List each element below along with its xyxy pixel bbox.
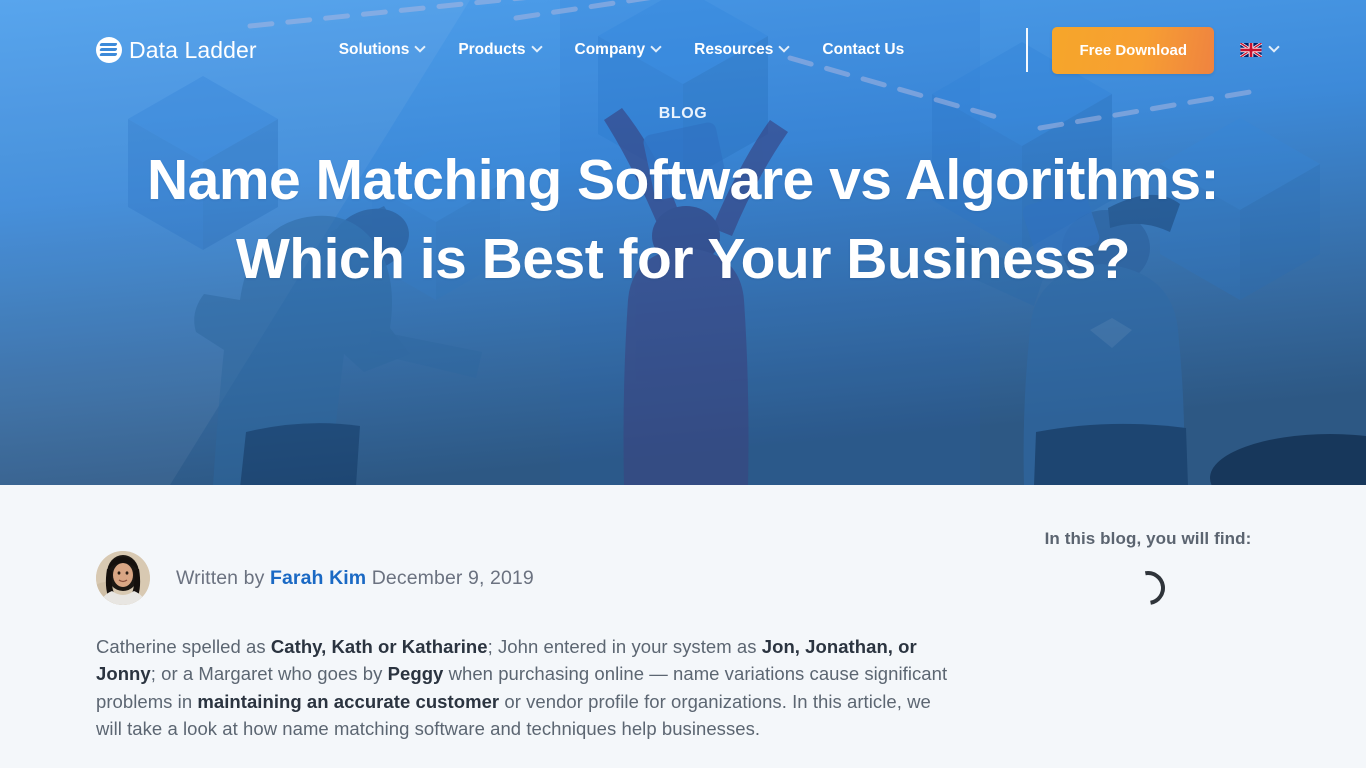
paragraph-segment: Catherine spelled as xyxy=(96,636,271,657)
byline-text: Written by Farah Kim December 9, 2019 xyxy=(176,567,534,590)
byline-prefix: Written by xyxy=(176,566,265,589)
nav-item-resources[interactable]: Resources xyxy=(694,41,791,59)
chevron-down-icon xyxy=(414,41,426,53)
nav-item-label: Company xyxy=(574,41,646,58)
free-download-button[interactable]: Free Download xyxy=(1052,26,1214,74)
byline: Written by Farah Kim December 9, 2019 xyxy=(96,551,966,605)
chevron-down-icon xyxy=(650,41,662,53)
hero-text-block: BLOG Name Matching Software vs Algorithm… xyxy=(0,105,1366,299)
data-ladder-logo-icon xyxy=(96,37,122,63)
hero-section: Data Ladder Solutions Products Company R… xyxy=(0,0,1366,485)
paragraph-bold: Peggy xyxy=(387,663,444,685)
uk-flag-icon xyxy=(1240,43,1262,57)
author-name[interactable]: Farah Kim xyxy=(270,567,366,589)
article-column: Written by Farah Kim December 9, 2019 Ca… xyxy=(96,485,966,742)
nav-links: Solutions Products Company Resources Con… xyxy=(339,41,905,59)
page-body: Written by Farah Kim December 9, 2019 Ca… xyxy=(0,485,1366,743)
spinner-wrapper xyxy=(1026,564,1270,612)
language-selector[interactable] xyxy=(1240,41,1280,57)
nav-item-solutions[interactable]: Solutions xyxy=(338,41,426,59)
nav-item-label: Products xyxy=(458,41,526,58)
nav-divider xyxy=(1026,28,1029,72)
nav-item-company[interactable]: Company xyxy=(574,41,662,59)
avatar xyxy=(96,551,150,605)
brand-name: Data Ladder xyxy=(129,36,257,63)
nav-item-products[interactable]: Products xyxy=(458,41,543,59)
chevron-down-icon xyxy=(530,41,543,53)
table-of-contents-sidebar: In this blog, you will find: xyxy=(1026,485,1270,742)
paragraph-segment: ; or a Margaret who goes by xyxy=(150,663,388,685)
author-avatar-image xyxy=(96,551,150,605)
nav-item-label: Solutions xyxy=(338,41,410,58)
paragraph-segment: ; John entered in your system as xyxy=(487,636,762,657)
loading-spinner-icon xyxy=(1124,564,1172,612)
nav-item-label: Resources xyxy=(694,41,774,58)
brand-logo[interactable]: Data Ladder xyxy=(96,37,257,64)
page-title: Name Matching Software vs Algorithms: Wh… xyxy=(146,148,1220,291)
sidebar-title: In this blog, you will find: xyxy=(1044,529,1252,548)
nav-item-contact-us[interactable]: Contact Us xyxy=(822,41,904,59)
nav-item-label: Contact Us xyxy=(822,41,905,58)
chevron-down-icon xyxy=(778,41,791,53)
article-paragraph: Catherine spelled as Cathy, Kath or Kath… xyxy=(96,633,958,742)
publish-date: December 9, 2019 xyxy=(371,566,534,589)
chevron-down-icon xyxy=(1268,41,1280,53)
paragraph-bold: maintaining an accurate customer xyxy=(197,690,500,712)
paragraph-bold: Cathy, Kath or Katharine xyxy=(270,636,488,657)
hero-eyebrow: BLOG xyxy=(658,105,708,122)
nav-right-group: Free Download xyxy=(1026,26,1280,74)
main-navigation: Data Ladder Solutions Products Company R… xyxy=(0,0,1366,100)
